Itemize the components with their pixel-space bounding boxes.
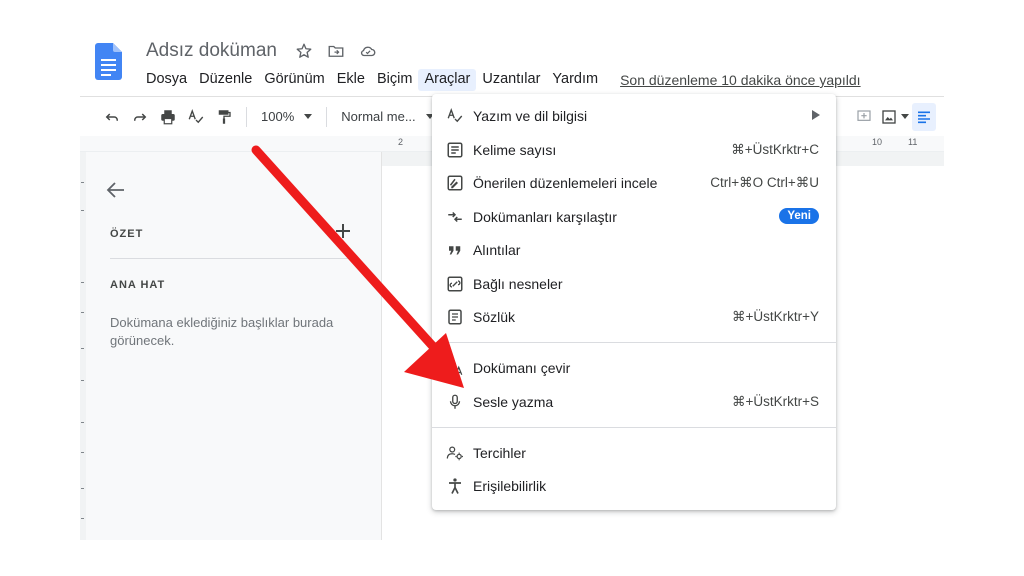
- zoom-value: 100%: [261, 109, 295, 124]
- outline-heading: ANA HAT: [110, 279, 166, 291]
- menu-item-label: Kelime sayısı: [473, 142, 557, 158]
- spellcheck-toolbar-icon[interactable]: [182, 103, 210, 131]
- tools-menu: Yazım ve dil bilgisi Kelime sayısı ⌘+Üst…: [432, 94, 836, 510]
- menu-item-compare-documents[interactable]: Dokümanları karşılaştır Yeni: [432, 202, 836, 232]
- menu-item-voice-typing[interactable]: Sesle yazma ⌘+ÜstKrktr+S: [432, 387, 836, 417]
- ruler-tick: [81, 380, 84, 381]
- ruler-label: 11: [908, 137, 918, 147]
- menu-item-label: Dokümanı çevir: [473, 360, 571, 376]
- ruler-tick: [81, 182, 84, 183]
- menu-file[interactable]: Dosya: [140, 69, 193, 91]
- menu-item-shortcut: Ctrl+⌘O Ctrl+⌘U: [710, 175, 819, 190]
- menu-item-translate-document[interactable]: Dokümanı çevir: [432, 353, 836, 383]
- outline-sidebar: ÖZET ANA HAT Dokümana eklediğiniz başlık…: [86, 152, 382, 540]
- menu-format[interactable]: Biçim: [371, 69, 418, 91]
- menu-item-accessibility[interactable]: Erişilebilirlik: [432, 471, 836, 501]
- preferences-icon: [446, 444, 464, 462]
- menu-help[interactable]: Yardım: [546, 69, 604, 91]
- zoom-select[interactable]: 100%: [255, 109, 318, 124]
- menu-item-spelling-grammar[interactable]: Yazım ve dil bilgisi: [432, 101, 836, 131]
- submenu-arrow-icon: [812, 110, 820, 120]
- menu-item-label: Bağlı nesneler: [473, 276, 563, 292]
- ruler-tick: [81, 422, 84, 423]
- menu-item-label: Yazım ve dil bilgisi: [473, 108, 588, 124]
- paint-format-icon[interactable]: [210, 103, 238, 131]
- accessibility-icon: [446, 477, 464, 495]
- menu-item-label: Dokümanları karşılaştır: [473, 209, 617, 225]
- docs-logo-icon[interactable]: [95, 43, 122, 80]
- cloud-status-icon[interactable]: [358, 41, 378, 61]
- menu-view[interactable]: Görünüm: [258, 69, 330, 91]
- ruler-tick: [81, 348, 84, 349]
- ruler-tick: [81, 488, 84, 489]
- menu-item-label: Alıntılar: [473, 242, 521, 258]
- spellcheck-icon: [446, 107, 464, 125]
- menu-separator: [432, 427, 836, 428]
- menu-item-preferences[interactable]: Tercihler: [432, 438, 836, 468]
- ruler-label: 2: [398, 137, 404, 147]
- print-icon[interactable]: [154, 103, 182, 131]
- align-left-icon[interactable]: [912, 103, 936, 131]
- review-edits-icon: [446, 174, 464, 192]
- translate-icon: [446, 359, 464, 377]
- menu-bar: Dosya Düzenle Görünüm Ekle Biçim Araçlar…: [140, 69, 861, 91]
- sidebar-divider: [110, 258, 358, 259]
- ruler-tick: [81, 210, 84, 211]
- menu-item-linked-objects[interactable]: Bağlı nesneler: [432, 269, 836, 299]
- add-summary-icon[interactable]: [334, 222, 352, 240]
- menu-item-label: Önerilen düzenlemeleri incele: [473, 175, 658, 191]
- ruler-tick: [81, 282, 84, 283]
- style-select[interactable]: Normal me...: [335, 109, 439, 124]
- undo-icon[interactable]: [98, 103, 126, 131]
- insert-image-icon[interactable]: [878, 103, 912, 131]
- quote-icon: [446, 241, 464, 259]
- menu-item-review-edits[interactable]: Önerilen düzenlemeleri incele Ctrl+⌘O Ct…: [432, 168, 836, 198]
- add-comment-icon[interactable]: [850, 103, 878, 131]
- document-title[interactable]: Adsız doküman: [146, 40, 277, 62]
- menu-item-shortcut: ⌘+ÜstKrktr+C: [731, 142, 819, 157]
- menu-item-citations[interactable]: Alıntılar: [432, 235, 836, 265]
- summary-heading: ÖZET: [110, 228, 144, 240]
- star-icon[interactable]: [294, 41, 314, 61]
- menu-extensions[interactable]: Uzantılar: [476, 69, 546, 91]
- menu-item-label: Sözlük: [473, 309, 516, 325]
- toolbar-divider: [246, 106, 247, 127]
- back-arrow-icon[interactable]: [104, 178, 128, 202]
- menu-item-label: Erişilebilirlik: [473, 478, 547, 494]
- menu-item-label: Sesle yazma: [473, 394, 554, 410]
- ruler-label: 10: [872, 137, 883, 147]
- last-edit-link[interactable]: Son düzenleme 10 dakika önce yapıldı: [620, 72, 861, 88]
- move-to-folder-icon[interactable]: [326, 41, 346, 61]
- microphone-icon: [446, 393, 464, 411]
- menu-tools[interactable]: Araçlar: [418, 69, 477, 91]
- menu-item-word-count[interactable]: Kelime sayısı ⌘+ÜstKrktr+C: [432, 135, 836, 165]
- ruler-tick: [81, 312, 84, 313]
- linked-objects-icon: [446, 275, 464, 293]
- style-value: Normal me...: [341, 109, 416, 124]
- ruler-tick: [81, 518, 84, 519]
- menu-item-shortcut: ⌘+ÜstKrktr+Y: [731, 309, 819, 324]
- menu-item-shortcut: ⌘+ÜstKrktr+S: [731, 394, 819, 409]
- ruler-tick: [81, 452, 84, 453]
- toolbar-divider: [326, 106, 328, 127]
- new-badge: Yeni: [779, 208, 819, 224]
- menu-item-dictionary[interactable]: Sözlük ⌘+ÜstKrktr+Y: [432, 302, 836, 332]
- menu-separator: [432, 342, 836, 343]
- menu-edit[interactable]: Düzenle: [193, 69, 258, 91]
- compare-icon: [446, 208, 464, 226]
- menu-item-label: Tercihler: [473, 445, 526, 461]
- word-count-icon: [446, 141, 464, 159]
- dictionary-icon: [446, 308, 464, 326]
- chevron-down-icon: [304, 113, 313, 119]
- redo-icon[interactable]: [126, 103, 154, 131]
- menu-insert[interactable]: Ekle: [331, 69, 371, 91]
- outline-hint: Dokümana eklediğiniz başlıklar burada gö…: [110, 315, 334, 348]
